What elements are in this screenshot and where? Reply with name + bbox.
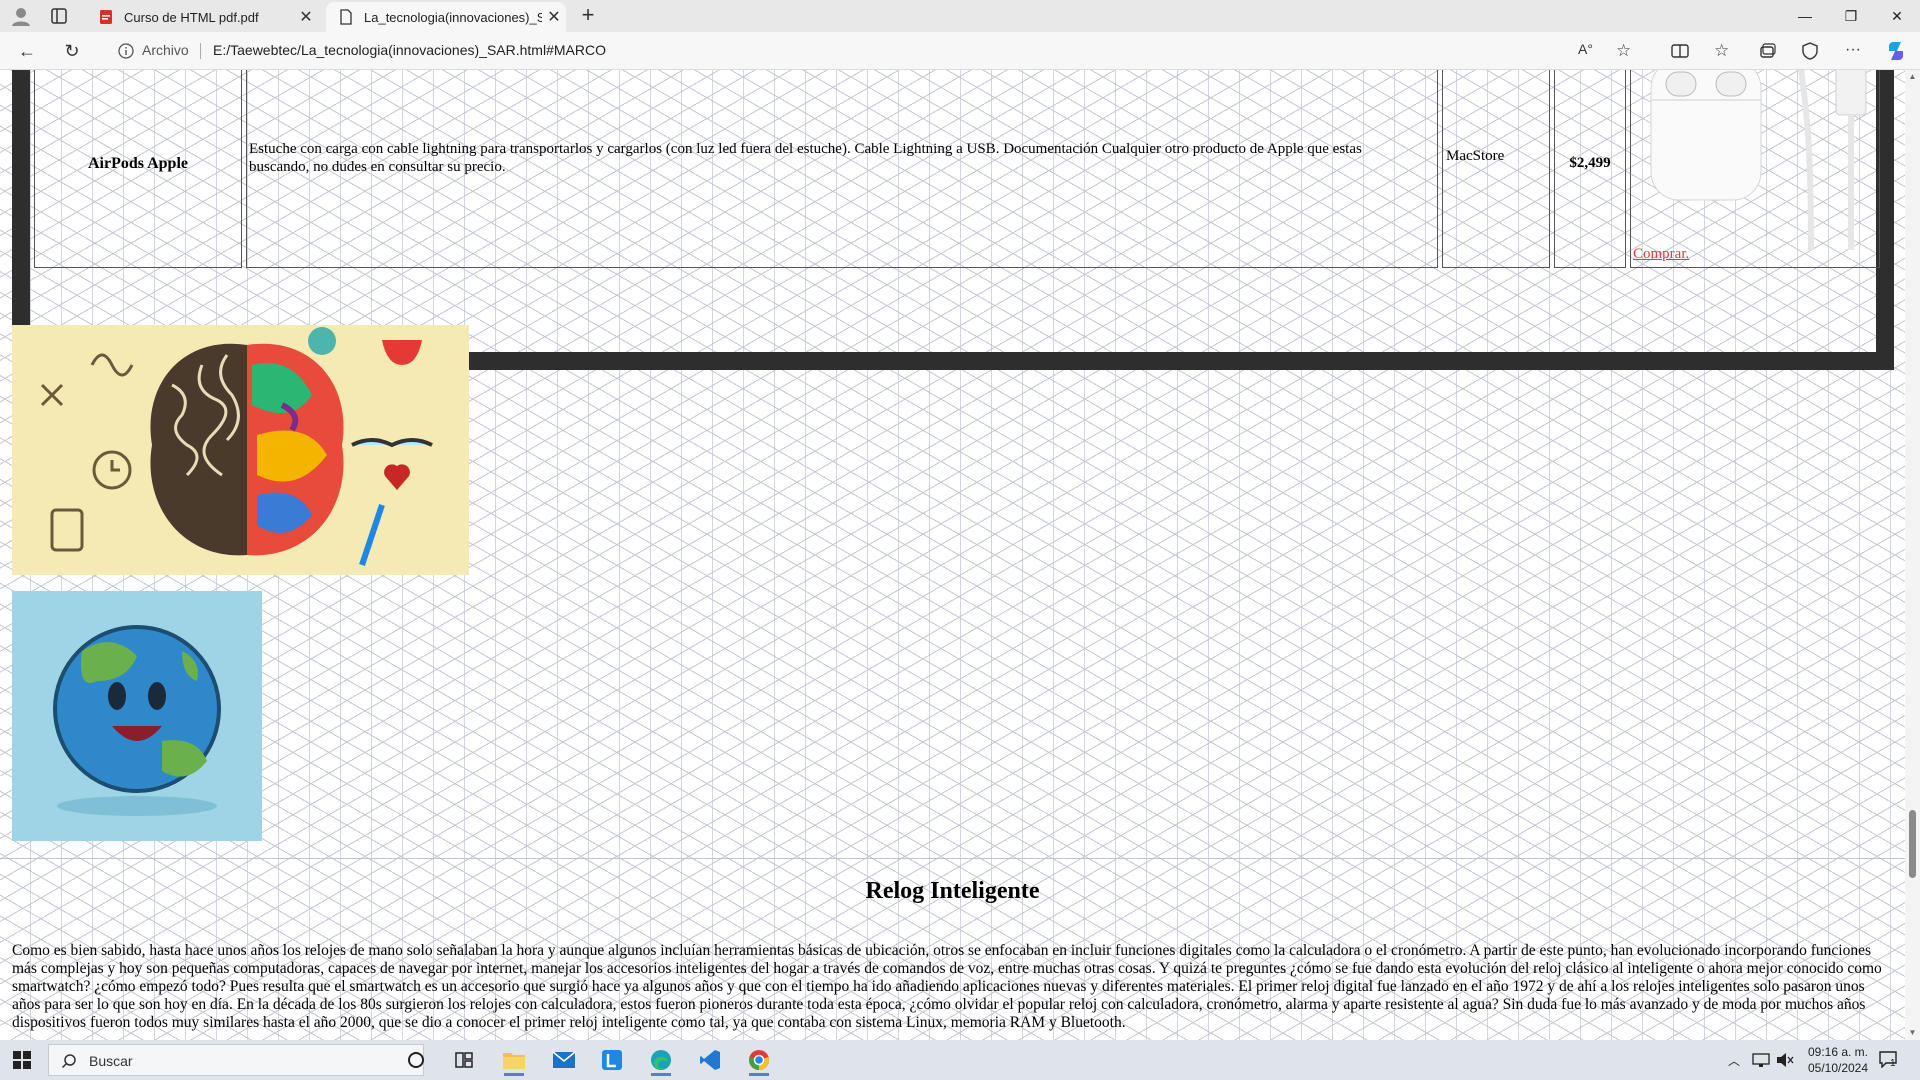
product-description: Estuche con carga con cable lightning pa… <box>246 70 1438 268</box>
page-viewport: AirPods Apple Estuche con carga con cabl… <box>0 70 1905 1040</box>
favorites-icon[interactable]: ☆ <box>1714 41 1734 61</box>
page-icon <box>340 9 352 25</box>
minimize-button[interactable]: — <box>1782 0 1828 32</box>
url-text[interactable]: E:/Taewebtec/La_tecnologia(innovaciones)… <box>213 42 606 58</box>
app-l-icon[interactable] <box>594 1044 630 1076</box>
product-name: AirPods Apple <box>34 70 242 268</box>
copilot-icon[interactable] <box>1885 40 1907 62</box>
clock-time: 09:16 a. m. <box>1807 1045 1869 1059</box>
scroll-down-icon[interactable]: ▼ <box>1908 1028 1917 1037</box>
file-explorer-icon[interactable] <box>496 1044 532 1076</box>
read-aloud-icon[interactable]: A° <box>1578 41 1598 61</box>
close-window-button[interactable]: ✕ <box>1874 0 1920 32</box>
collections-icon[interactable] <box>1757 41 1777 61</box>
tab-la-tecnologia[interactable]: La_tecnologia(innovaciones)_SAR ✕ <box>326 2 566 32</box>
widgets-icon[interactable] <box>446 1044 482 1076</box>
search-icon <box>61 1054 76 1069</box>
running-indicator <box>749 1073 769 1076</box>
address-separator <box>200 43 201 59</box>
profile-icon[interactable] <box>10 5 32 27</box>
brain-illustration <box>12 325 469 575</box>
pdf-icon <box>100 10 112 24</box>
vertical-scrollbar[interactable]: ▲ ▼ <box>1905 70 1920 1040</box>
airpods-image <box>1650 70 1867 251</box>
new-tab-button[interactable]: + <box>576 4 600 28</box>
tab-title: Curso de HTML pdf.pdf <box>124 9 259 25</box>
task-view-icon[interactable] <box>398 1044 434 1076</box>
network-icon[interactable] <box>1752 1052 1770 1068</box>
favorite-star-icon[interactable]: ☆ <box>1616 41 1636 61</box>
split-screen-icon[interactable] <box>1670 41 1690 61</box>
scrollbar-thumb[interactable] <box>1909 810 1916 878</box>
product-store: MacStore <box>1442 70 1550 268</box>
running-indicator <box>651 1073 671 1076</box>
show-hidden-icons[interactable]: ︿ <box>1728 1052 1740 1080</box>
system-clock[interactable]: 09:16 a. m. 05/10/2024 <box>1804 1044 1872 1076</box>
mail-icon[interactable] <box>546 1044 582 1076</box>
scroll-up-icon[interactable]: ▲ <box>1908 72 1917 81</box>
reload-button[interactable]: ↻ <box>60 39 84 63</box>
tab-strip: Curso de HTML pdf.pdf ✕ La_tecnologia(in… <box>0 0 1920 32</box>
product-image-cell: Comprar. <box>1630 70 1880 268</box>
section-title: Relog Inteligente <box>865 878 1040 904</box>
section-divider <box>0 858 1905 859</box>
taskbar: Buscar ︿ 09:16 a. m. 05/10/2024 1 <box>0 1040 1920 1080</box>
earth-illustration <box>12 591 262 841</box>
vscode-icon[interactable] <box>692 1044 728 1076</box>
restore-button[interactable]: ❐ <box>1828 0 1874 32</box>
running-indicator <box>504 1073 524 1076</box>
taskbar-search[interactable]: Buscar <box>48 1044 424 1076</box>
buy-link[interactable]: Comprar. <box>1633 246 1689 263</box>
tab-title: La_tecnologia(innovaciones)_SAR <box>364 9 542 25</box>
tab-curso-html[interactable]: Curso de HTML pdf.pdf ✕ <box>86 2 318 32</box>
notification-count: 1 <box>1890 1058 1896 1069</box>
clock-date: 05/10/2024 <box>1807 1061 1869 1075</box>
back-button[interactable]: ← <box>15 39 39 63</box>
search-placeholder: Buscar <box>89 1053 133 1069</box>
chrome-icon[interactable] <box>741 1044 777 1076</box>
browser-toolbar: ← ↻ Archivo E:/Taewebtec/La_tecnologia(i… <box>0 32 1920 70</box>
product-price: $2,499 <box>1554 70 1626 268</box>
volume-muted-icon[interactable] <box>1776 1052 1794 1068</box>
table-row: AirPods Apple Estuche con carga con cabl… <box>34 70 1880 352</box>
close-tab-icon[interactable]: ✕ <box>294 7 318 27</box>
address-bar[interactable]: Archivo E:/Taewebtec/La_tecnologia(innov… <box>108 36 1648 66</box>
tab-actions-icon[interactable] <box>50 7 68 25</box>
section-body: Como es bien sabido, hasta hace unos año… <box>12 942 1882 1031</box>
browser-essentials-icon[interactable] <box>1800 41 1820 61</box>
edge-icon[interactable] <box>643 1044 679 1076</box>
close-tab-icon[interactable]: ✕ <box>542 7 566 27</box>
notifications-icon[interactable]: 1 <box>1878 1050 1904 1070</box>
info-icon[interactable] <box>118 43 134 59</box>
more-menu-icon[interactable]: ··· <box>1845 41 1865 61</box>
windows-start-icon[interactable] <box>12 1050 32 1070</box>
security-label: Archivo <box>142 42 189 58</box>
